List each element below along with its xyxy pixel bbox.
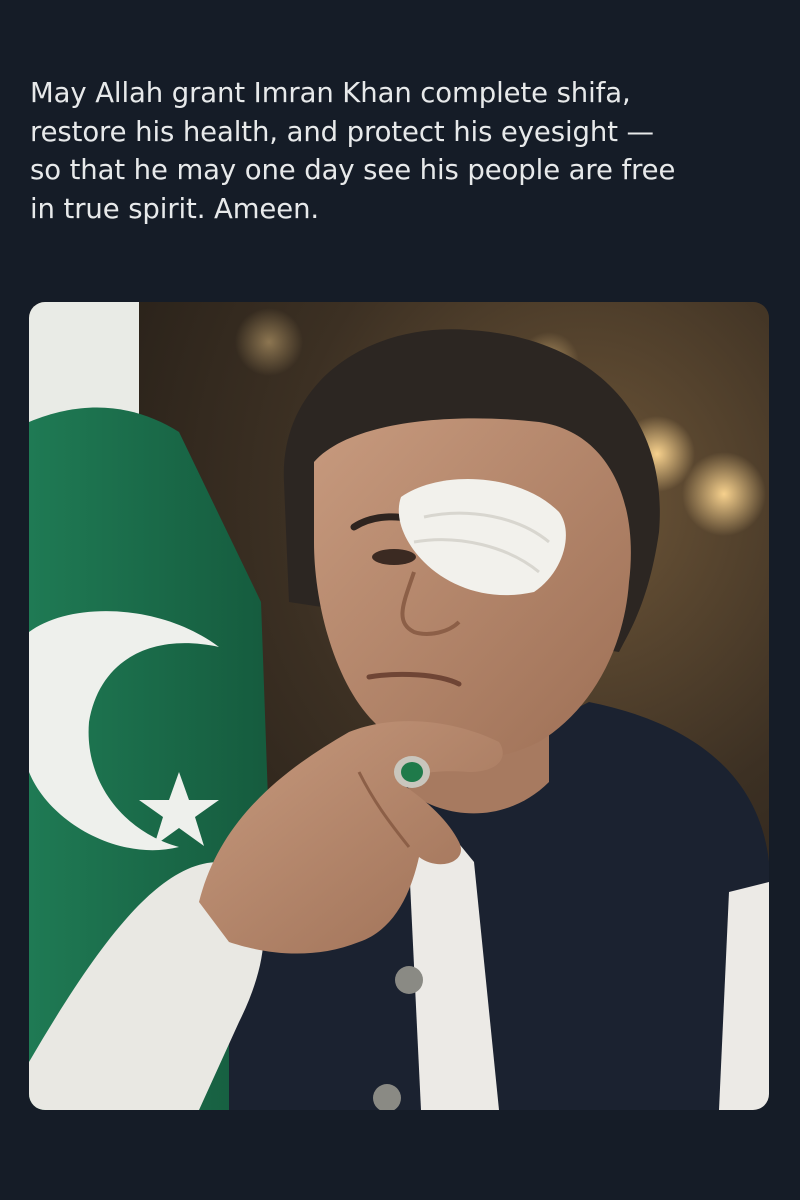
post-photo[interactable] bbox=[29, 302, 769, 1110]
bokeh-light bbox=[235, 308, 303, 376]
post-text-line: restore his health, and protect his eyes… bbox=[30, 115, 654, 148]
post-text-line: May Allah grant Imran Khan complete shif… bbox=[30, 77, 631, 109]
photo-illustration bbox=[29, 302, 769, 1110]
eye bbox=[372, 549, 416, 565]
bokeh-light bbox=[682, 452, 766, 536]
emerald-ring bbox=[394, 756, 430, 788]
post-text: May Allah grant Imran Khan complete shif… bbox=[30, 74, 770, 228]
post-text-line: so that he may one day see his people ar… bbox=[30, 154, 676, 186]
tweet-post: May Allah grant Imran Khan complete shif… bbox=[0, 0, 800, 1200]
post-text-line: in true spirit. Ameen. bbox=[30, 192, 320, 225]
waistcoat-button bbox=[395, 966, 423, 994]
